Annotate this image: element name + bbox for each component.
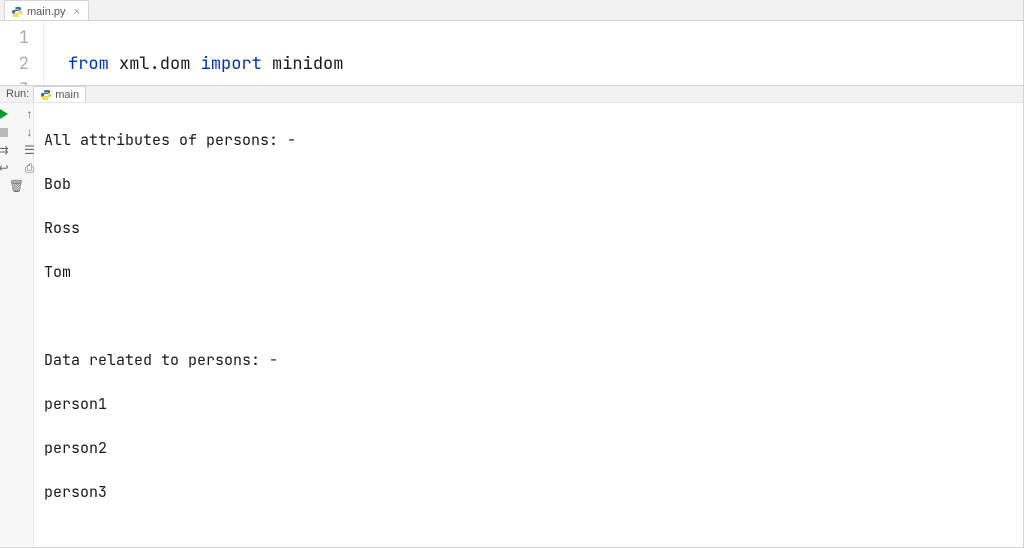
output-line: Bob	[44, 173, 1023, 195]
run-tab-main[interactable]: main	[33, 86, 86, 102]
rerun-button[interactable]	[0, 107, 16, 121]
run-panel: ↑ ↓ ⇉ ☰ ↩ ⎙ 🗑 All attributes of persons:…	[0, 103, 1023, 547]
output-line: All attributes of persons: -	[44, 129, 1023, 151]
trash-icon[interactable]: 🗑	[5, 179, 29, 193]
wrap-icon[interactable]: ↩	[0, 161, 16, 175]
line-number: 3	[0, 77, 43, 85]
editor-tabbar: main.py ×	[0, 0, 1023, 21]
output-line: person1	[44, 393, 1023, 415]
ide-window: main.py × 1 2 3 4 5 6 7 8 9 10 11 12 fro…	[0, 0, 1024, 548]
python-run-icon	[40, 89, 52, 101]
line-number: 2	[0, 51, 43, 77]
code-area[interactable]: from xml.dom import minidom xmlDoc = min…	[44, 21, 1023, 85]
run-tab-label: main	[55, 89, 79, 101]
run-toolwindow-header: Run: main	[0, 85, 1023, 103]
run-panel-label: Run:	[2, 88, 33, 100]
code-editor[interactable]: 1 2 3 4 5 6 7 8 9 10 11 12 from xml.dom …	[0, 21, 1023, 85]
python-file-icon	[11, 6, 23, 18]
tab-filename: main.py	[27, 6, 66, 18]
code-line: from xml.dom import minidom	[68, 51, 1023, 77]
line-number: 1	[0, 25, 43, 51]
stop-button[interactable]	[0, 125, 16, 139]
line-number-gutter: 1 2 3 4 5 6 7 8 9 10 11 12	[0, 21, 44, 85]
tab-main-py[interactable]: main.py ×	[4, 0, 89, 20]
step-over-icon[interactable]: ⇉	[0, 143, 16, 157]
close-icon[interactable]: ×	[74, 6, 80, 18]
output-line	[44, 305, 1023, 327]
run-tool-buttons: ↑ ↓ ⇉ ☰ ↩ ⎙ 🗑	[0, 103, 34, 547]
output-line: Ross	[44, 217, 1023, 239]
output-line: Data related to persons: -	[44, 349, 1023, 371]
output-line: person2	[44, 437, 1023, 459]
output-line: Tom	[44, 261, 1023, 283]
console-output[interactable]: All attributes of persons: - Bob Ross To…	[34, 103, 1023, 547]
output-line: person3	[44, 481, 1023, 503]
